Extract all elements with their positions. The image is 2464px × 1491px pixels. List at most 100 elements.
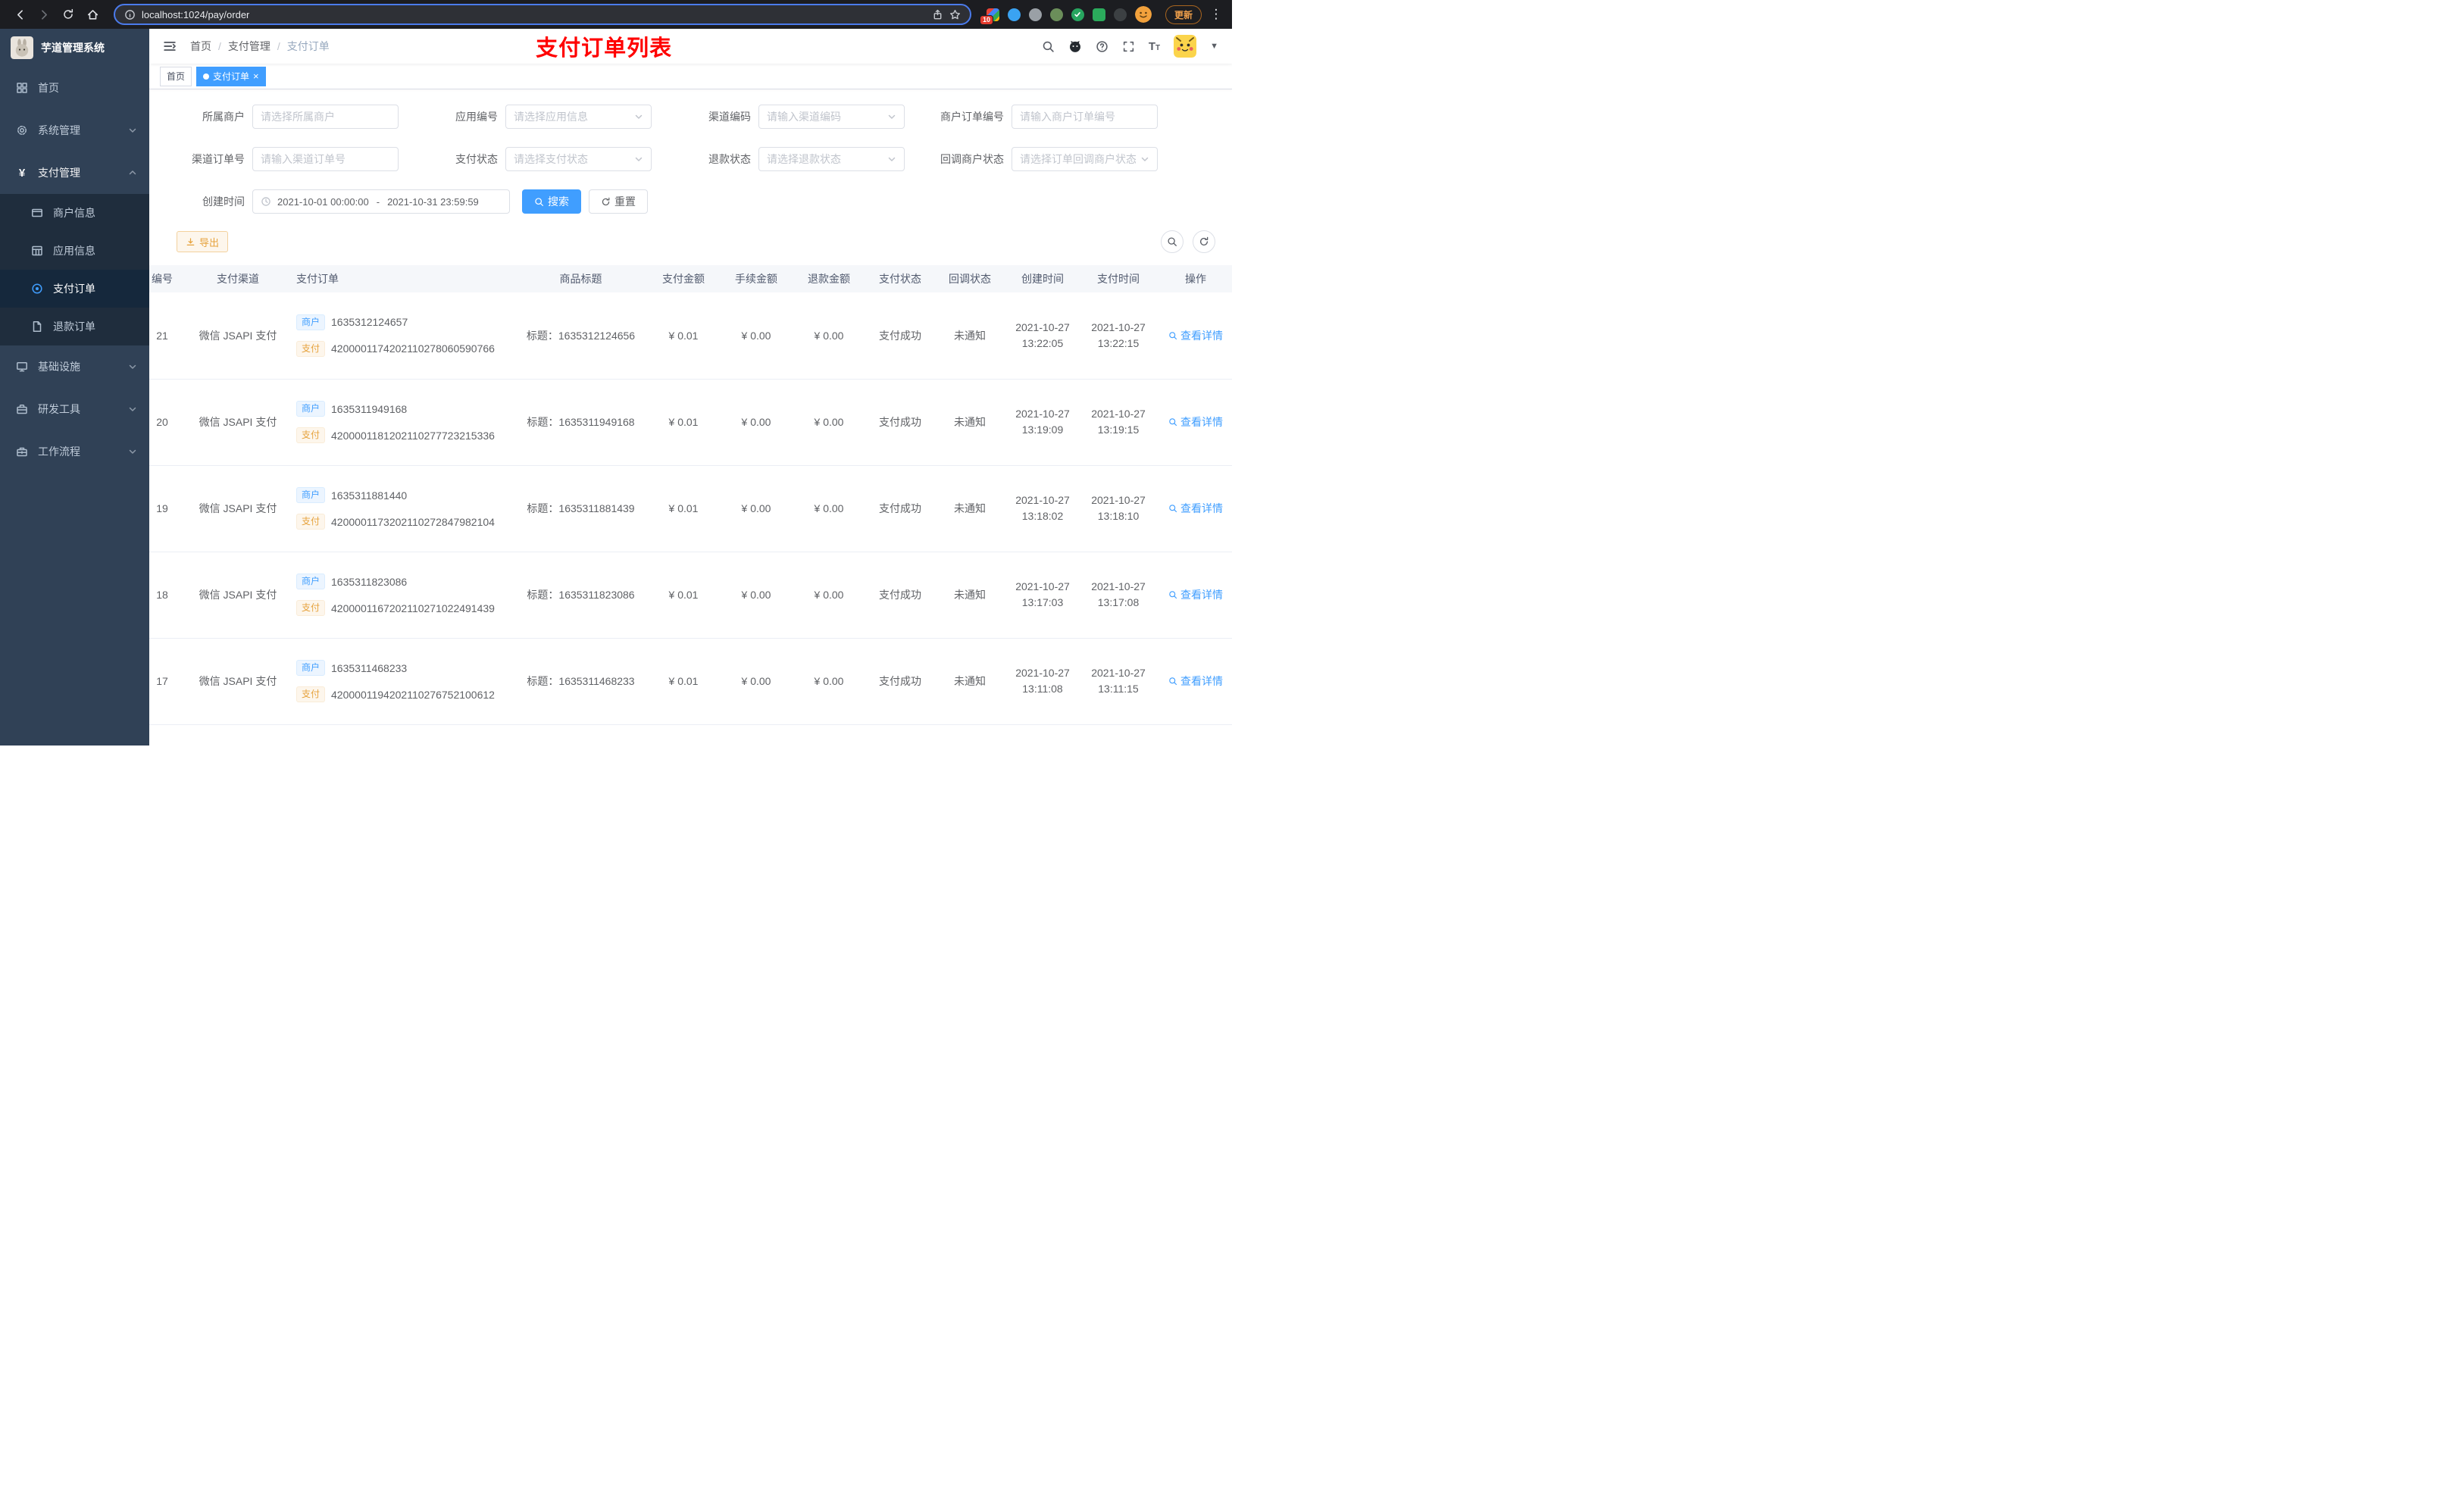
search-button[interactable]: 搜索 bbox=[522, 189, 581, 214]
chevron-down-icon bbox=[128, 362, 137, 371]
sidebar: 芋道管理系统 首页 系统管理 ¥ 支付管理 商户信息 应用信息 支付订单 退款订… bbox=[0, 29, 149, 746]
sidebar-item-pay-order[interactable]: 支付订单 bbox=[0, 270, 149, 308]
merchant-select[interactable] bbox=[252, 105, 399, 129]
browser-chrome: localhost:1024/pay/order 10 更新 ⋮ bbox=[0, 0, 1232, 29]
tab-pay-order[interactable]: 支付订单 × bbox=[196, 66, 266, 86]
channel-order-no-field[interactable] bbox=[252, 147, 399, 171]
extension-icon[interactable] bbox=[1092, 8, 1105, 21]
sidebar-item-system[interactable]: 系统管理 bbox=[0, 109, 149, 152]
view-detail-link[interactable]: 查看详情 bbox=[1168, 328, 1223, 343]
chevron-down-icon bbox=[128, 447, 137, 456]
breadcrumb-home[interactable]: 首页 bbox=[190, 39, 211, 54]
app-select[interactable] bbox=[505, 105, 652, 129]
app-logo-row[interactable]: 芋道管理系统 bbox=[0, 29, 149, 67]
menu-fold-icon[interactable] bbox=[160, 36, 180, 56]
view-detail-link[interactable]: 查看详情 bbox=[1168, 501, 1223, 516]
merchant-order-no-input[interactable] bbox=[1020, 111, 1149, 123]
share-icon[interactable] bbox=[932, 9, 943, 20]
app-input[interactable] bbox=[514, 111, 630, 123]
view-detail-link[interactable]: 查看详情 bbox=[1168, 587, 1223, 602]
chevron-down-icon bbox=[634, 112, 643, 121]
merchant-input[interactable] bbox=[261, 111, 390, 123]
filter-label: 退款状态 bbox=[708, 153, 751, 165]
view-detail-link[interactable]: 查看详情 bbox=[1168, 414, 1223, 430]
github-icon[interactable] bbox=[1068, 39, 1082, 53]
toggle-search-icon[interactable] bbox=[1161, 230, 1184, 253]
search-icon[interactable] bbox=[1042, 40, 1055, 53]
top-navbar: 首页 / 支付管理 / 支付订单 支付订单列表 T T ▼ bbox=[149, 29, 1232, 64]
active-dot bbox=[203, 73, 210, 80]
refresh-icon[interactable] bbox=[1193, 230, 1215, 253]
chevron-down-icon bbox=[634, 155, 643, 164]
pay-status-input[interactable] bbox=[514, 153, 630, 165]
merchant-badge: 商户 bbox=[296, 487, 326, 503]
filter-label: 创建时间 bbox=[202, 195, 245, 208]
reload-icon[interactable] bbox=[58, 4, 79, 25]
table-row: 19 微信 JSAPI 支付 商户 1635311881440 支付 4200001… bbox=[149, 465, 1232, 552]
user-avatar[interactable] bbox=[1174, 35, 1197, 58]
date-start[interactable]: 2021-10-01 00:00:00 bbox=[277, 196, 369, 208]
pay-badge: 支付 bbox=[296, 514, 326, 530]
sidebar-item-dev-tools[interactable]: 研发工具 bbox=[0, 388, 149, 430]
refund-status-input[interactable] bbox=[767, 153, 883, 165]
browser-update-button[interactable]: 更新 bbox=[1165, 5, 1202, 24]
app-logo bbox=[11, 36, 33, 59]
tags-view-bar: 首页 支付订单 × bbox=[149, 64, 1232, 89]
dashboard-icon bbox=[15, 82, 29, 94]
sidebar-item-merchant-info[interactable]: 商户信息 bbox=[0, 194, 149, 232]
document-icon bbox=[30, 320, 44, 333]
extension-icon[interactable] bbox=[1113, 8, 1127, 21]
extension-icon[interactable] bbox=[1049, 8, 1063, 21]
extension-icon[interactable] bbox=[1028, 8, 1042, 21]
extension-icon[interactable]: 10 bbox=[979, 8, 999, 25]
export-button[interactable]: 导出 bbox=[177, 231, 229, 252]
sidebar-item-workflow[interactable]: 工作流程 bbox=[0, 430, 149, 473]
sidebar-item-infrastructure[interactable]: 基础设施 bbox=[0, 345, 149, 388]
address-bar[interactable]: localhost:1024/pay/order bbox=[114, 4, 971, 25]
breadcrumb: 首页 / 支付管理 / 支付订单 bbox=[190, 39, 330, 54]
gear-icon bbox=[15, 124, 29, 136]
channel-order-no-input[interactable] bbox=[261, 153, 390, 165]
home-icon[interactable] bbox=[82, 4, 103, 25]
briefcase-icon bbox=[15, 445, 29, 458]
fullscreen-icon[interactable] bbox=[1122, 40, 1135, 53]
extension-icon[interactable] bbox=[1071, 8, 1084, 21]
extension-icon[interactable] bbox=[1007, 8, 1021, 21]
table-row: 21 微信 JSAPI 支付 商户 1635312124657 支付 4200001… bbox=[149, 292, 1232, 380]
breadcrumb-current: 支付订单 bbox=[286, 40, 330, 52]
callback-status-input[interactable] bbox=[1020, 153, 1136, 165]
url-text[interactable]: localhost:1024/pay/order bbox=[142, 9, 249, 20]
refund-status-select[interactable] bbox=[758, 147, 905, 171]
yen-icon: ¥ bbox=[18, 166, 26, 180]
close-icon[interactable]: × bbox=[253, 71, 259, 81]
date-end[interactable]: 2021-10-31 23:59:59 bbox=[387, 196, 479, 208]
view-detail-link[interactable]: 查看详情 bbox=[1168, 674, 1223, 689]
back-icon[interactable] bbox=[9, 4, 30, 25]
font-size-icon[interactable]: TT bbox=[1149, 41, 1160, 52]
sidebar-item-app-info[interactable]: 应用信息 bbox=[0, 232, 149, 270]
reset-button[interactable]: 重置 bbox=[589, 189, 648, 214]
help-icon[interactable] bbox=[1096, 40, 1108, 53]
sidebar-item-home[interactable]: 首页 bbox=[0, 67, 149, 109]
sidebar-item-refund-order[interactable]: 退款订单 bbox=[0, 308, 149, 345]
channel-code-input[interactable] bbox=[767, 111, 883, 123]
callback-status-select[interactable] bbox=[1012, 147, 1158, 171]
sidebar-item-payment[interactable]: ¥ 支付管理 bbox=[0, 152, 149, 194]
forward-icon[interactable] bbox=[33, 4, 55, 25]
browser-profile-avatar[interactable] bbox=[1134, 6, 1152, 23]
monitor-icon bbox=[15, 361, 29, 373]
bookmark-star-icon[interactable] bbox=[949, 9, 961, 20]
tab-home[interactable]: 首页 bbox=[160, 66, 192, 86]
create-time-range-picker[interactable]: 2021-10-01 00:00:00 - 2021-10-31 23:59:5… bbox=[252, 189, 510, 214]
site-info-icon[interactable] bbox=[124, 9, 136, 20]
channel-code-select[interactable] bbox=[758, 105, 905, 129]
browser-menu-icon[interactable]: ⋮ bbox=[1209, 7, 1223, 22]
filter-label: 渠道编码 bbox=[708, 111, 751, 123]
merchant-order-no-field[interactable] bbox=[1012, 105, 1158, 129]
caret-down-icon[interactable]: ▼ bbox=[1210, 42, 1218, 51]
filter-form: 所属商户 应用编号 渠道编码 bbox=[149, 89, 1232, 214]
pay-status-select[interactable] bbox=[505, 147, 652, 171]
extensions-cluster: 10 bbox=[979, 6, 1152, 25]
merchant-badge: 商户 bbox=[296, 574, 326, 589]
breadcrumb-pay-mgmt[interactable]: 支付管理 bbox=[228, 39, 270, 54]
